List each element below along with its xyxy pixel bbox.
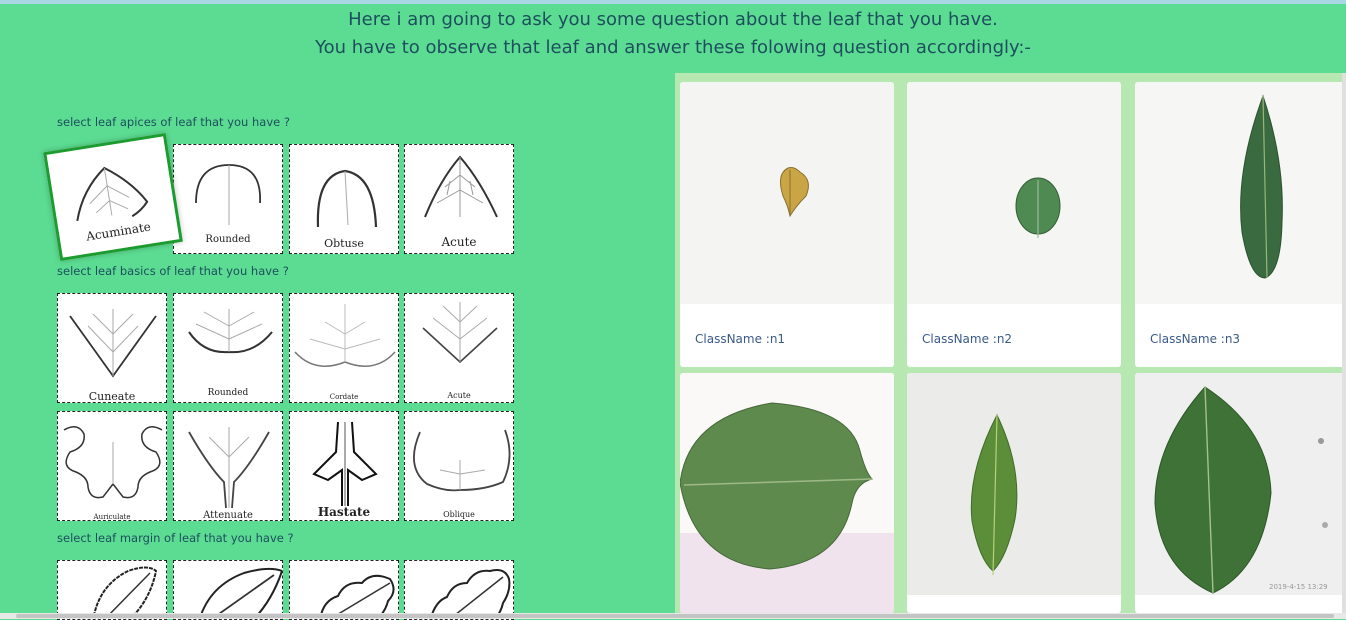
margin-question-label: select leaf margin of leaf that you have… [57,531,294,545]
cuneate-base-icon [69,309,157,378]
undulate-leaf-icon [429,569,511,619]
leaf-card[interactable]: ClassName :n1 [680,82,894,367]
option-caption: Auriculate [93,513,131,521]
option-caption: Hastate [317,505,371,519]
questions-panel: select leaf apices of leaf that you have… [0,72,676,620]
leaf-photo [680,373,894,613]
option-caption: Acute [447,391,471,400]
apices-question-label: select leaf apices of leaf that you have… [57,115,290,129]
scrollbar-thumb[interactable] [16,614,1334,618]
serrate-leaf-icon [92,566,158,619]
option-caption: Obtuse [324,237,364,250]
class-name-label: ClassName :n3 [1150,332,1241,346]
leaf-photo [680,82,894,304]
header-line-1: Here i am going to ask you some question… [348,9,998,30]
option-caption: Oblique [443,510,475,519]
margin-option-1[interactable] [57,560,167,620]
auriculate-base-icon [63,426,163,499]
basics-option-cuneate[interactable]: Cuneate [57,293,167,403]
header-line-2: You have to observe that leaf and answer… [315,37,1031,58]
oblique-base-icon [413,429,511,492]
entire-leaf-icon [198,567,282,619]
option-caption: Rounded [205,234,251,245]
option-caption: Attenuate [203,510,253,521]
margin-option-3[interactable] [289,560,399,620]
option-caption: Cuneate [88,390,136,403]
leaf-card[interactable]: ClassName :n3 [1135,82,1346,367]
cordate-base-icon [294,304,396,367]
basics-question-label: select leaf basics of leaf that you have… [57,264,289,278]
leaf-card[interactable]: ClassName :n2 [907,82,1121,367]
margin-option-2[interactable] [173,560,283,620]
leaf-gallery: ClassName :n1 ClassName :n2 ClassName :n… [675,73,1346,613]
basics-option-cordate[interactable]: Cordate [289,293,399,403]
option-caption: Cordate [329,393,359,401]
apices-option-acuminate[interactable]: Acuminate [43,132,183,262]
option-caption: Acute [441,235,477,249]
acute-base-icon [422,302,498,364]
apices-option-rounded[interactable]: Rounded [173,144,283,254]
top-border [0,0,1346,4]
leaf-photo [1135,373,1346,595]
attenuate-base-icon [188,427,270,509]
basics-option-attenuate[interactable]: Attenuate [173,411,283,521]
leaf-card[interactable] [907,373,1121,613]
basics-option-acute[interactable]: Acute [404,293,514,403]
class-name-label: ClassName :n2 [922,332,1013,346]
gallery-scrollbar[interactable] [1342,73,1346,613]
basics-option-auriculate[interactable]: Auriculate [57,411,167,521]
photo-timestamp: 2019-4-15 13:29 [1269,583,1328,591]
page-header: Here i am going to ask you some question… [0,6,1346,62]
crenate-leaf-icon [319,574,395,619]
apices-option-acute[interactable]: Acute [404,144,514,254]
rounded-base-icon [188,309,273,354]
page-horizontal-scrollbar[interactable] [0,613,1346,619]
basics-option-hastate[interactable]: Hastate [289,411,399,521]
leaf-photo [907,373,1121,595]
apices-option-obtuse[interactable]: Obtuse [289,144,399,254]
leaf-photo [907,82,1121,304]
option-caption: Rounded [207,388,249,398]
margin-option-4[interactable] [404,560,514,620]
basics-option-oblique[interactable]: Oblique [404,411,514,521]
leaf-card[interactable] [680,373,894,613]
class-name-label: ClassName :n1 [695,332,786,346]
leaf-photo [1135,82,1346,304]
basics-option-rounded[interactable]: Rounded [173,293,283,403]
leaf-card[interactable]: 2019-4-15 13:29 [1135,373,1346,613]
